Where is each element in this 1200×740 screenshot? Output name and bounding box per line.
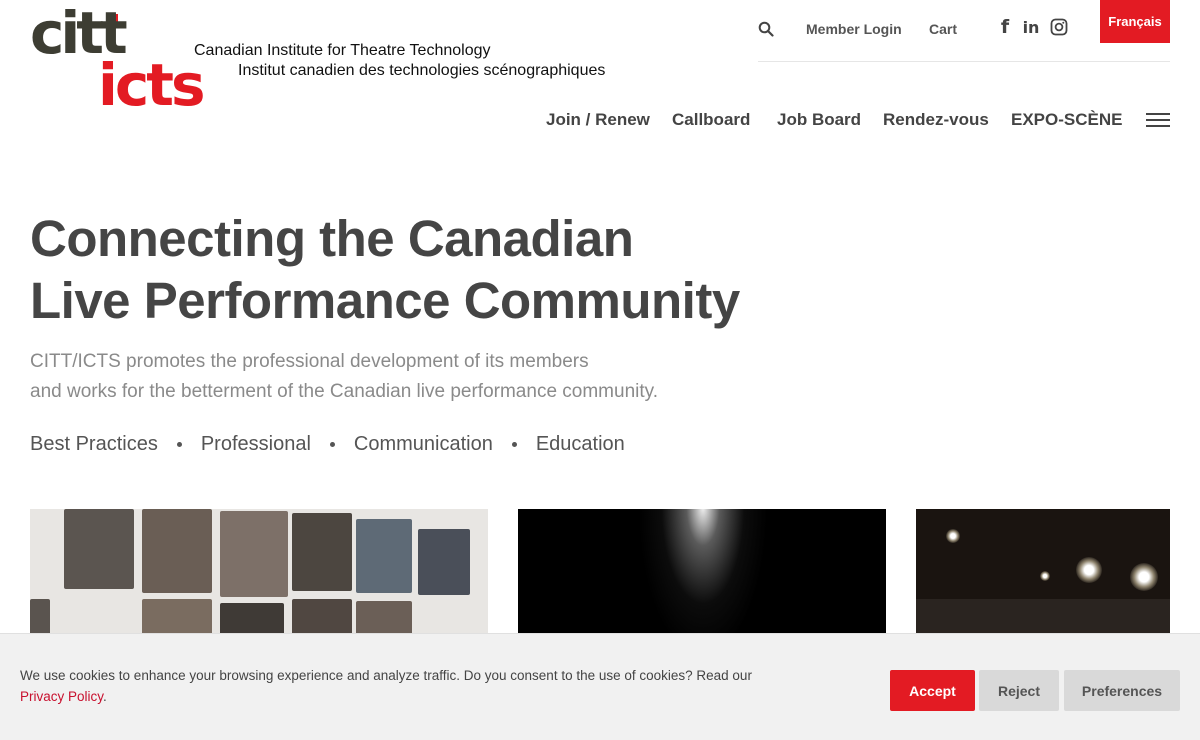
pillar-best-practices: Best Practices (30, 433, 158, 455)
pillar-education: Education (535, 433, 625, 455)
member-login-link[interactable]: Member Login (806, 21, 902, 41)
hero-title-line-2: Live Performance Community (30, 272, 740, 329)
portrait-wall-image[interactable] (30, 509, 488, 633)
bullet-separator (329, 442, 335, 447)
hero-title-line-1: Connecting the Canadian (30, 210, 634, 267)
nav-join-renew[interactable]: Join / Renew (546, 110, 650, 132)
spotlight-beam (638, 509, 768, 633)
bullet-separator (176, 442, 182, 447)
cookie-message-text: We use cookies to enhance your browsing … (20, 668, 752, 683)
facebook-icon[interactable]: f (996, 16, 1014, 38)
nav-callboard[interactable]: Callboard (672, 110, 750, 132)
hero-subtitle-line-2: and works for the betterment of the Cana… (30, 381, 659, 402)
hero-title: Connecting the Canadian Live Performance… (30, 208, 740, 332)
search-icon[interactable] (758, 21, 774, 37)
pillar-professional: Professional (200, 433, 311, 455)
cookie-message: We use cookies to enhance your browsing … (20, 665, 780, 707)
privacy-policy-link[interactable]: Privacy Policy (20, 689, 103, 704)
pillars-list: Best Practices Professional Communicatio… (30, 433, 625, 456)
tagline-english: Canadian Institute for Theatre Technolog… (194, 42, 491, 59)
utility-divider (758, 61, 1170, 62)
reject-cookies-button[interactable]: Reject (979, 670, 1059, 711)
cart-link[interactable]: Cart (929, 21, 957, 41)
nav-rendez-vous[interactable]: Rendez-vous (883, 110, 989, 132)
tagline-french: Institut canadien des technologies scéno… (238, 62, 606, 79)
nav-expo-scene[interactable]: EXPO-SCÈNE (1011, 110, 1122, 132)
accept-cookies-button[interactable]: Accept (890, 670, 975, 711)
stage-lights-image[interactable] (916, 509, 1170, 633)
cookie-preferences-button[interactable]: Preferences (1064, 670, 1180, 711)
cookie-message-end: . (103, 689, 107, 704)
site-logo[interactable]: citt icts (30, 4, 240, 124)
cookie-consent-bar: We use cookies to enhance your browsing … (0, 633, 1200, 740)
bullet-separator (511, 442, 517, 447)
hamburger-menu-icon[interactable] (1146, 113, 1170, 127)
pillar-communication: Communication (353, 433, 493, 455)
hero-subtitle-line-1: CITT/ICTS promotes the professional deve… (30, 351, 589, 372)
linkedin-icon[interactable]: in (1022, 18, 1040, 37)
nav-job-board[interactable]: Job Board (777, 110, 861, 132)
language-toggle-button[interactable]: Français (1100, 0, 1170, 43)
instagram-icon[interactable] (1050, 18, 1068, 36)
hero-subtitle: CITT/ICTS promotes the professional deve… (30, 347, 658, 407)
logo-icts: icts (98, 51, 206, 119)
spotlight-image[interactable] (518, 509, 886, 633)
